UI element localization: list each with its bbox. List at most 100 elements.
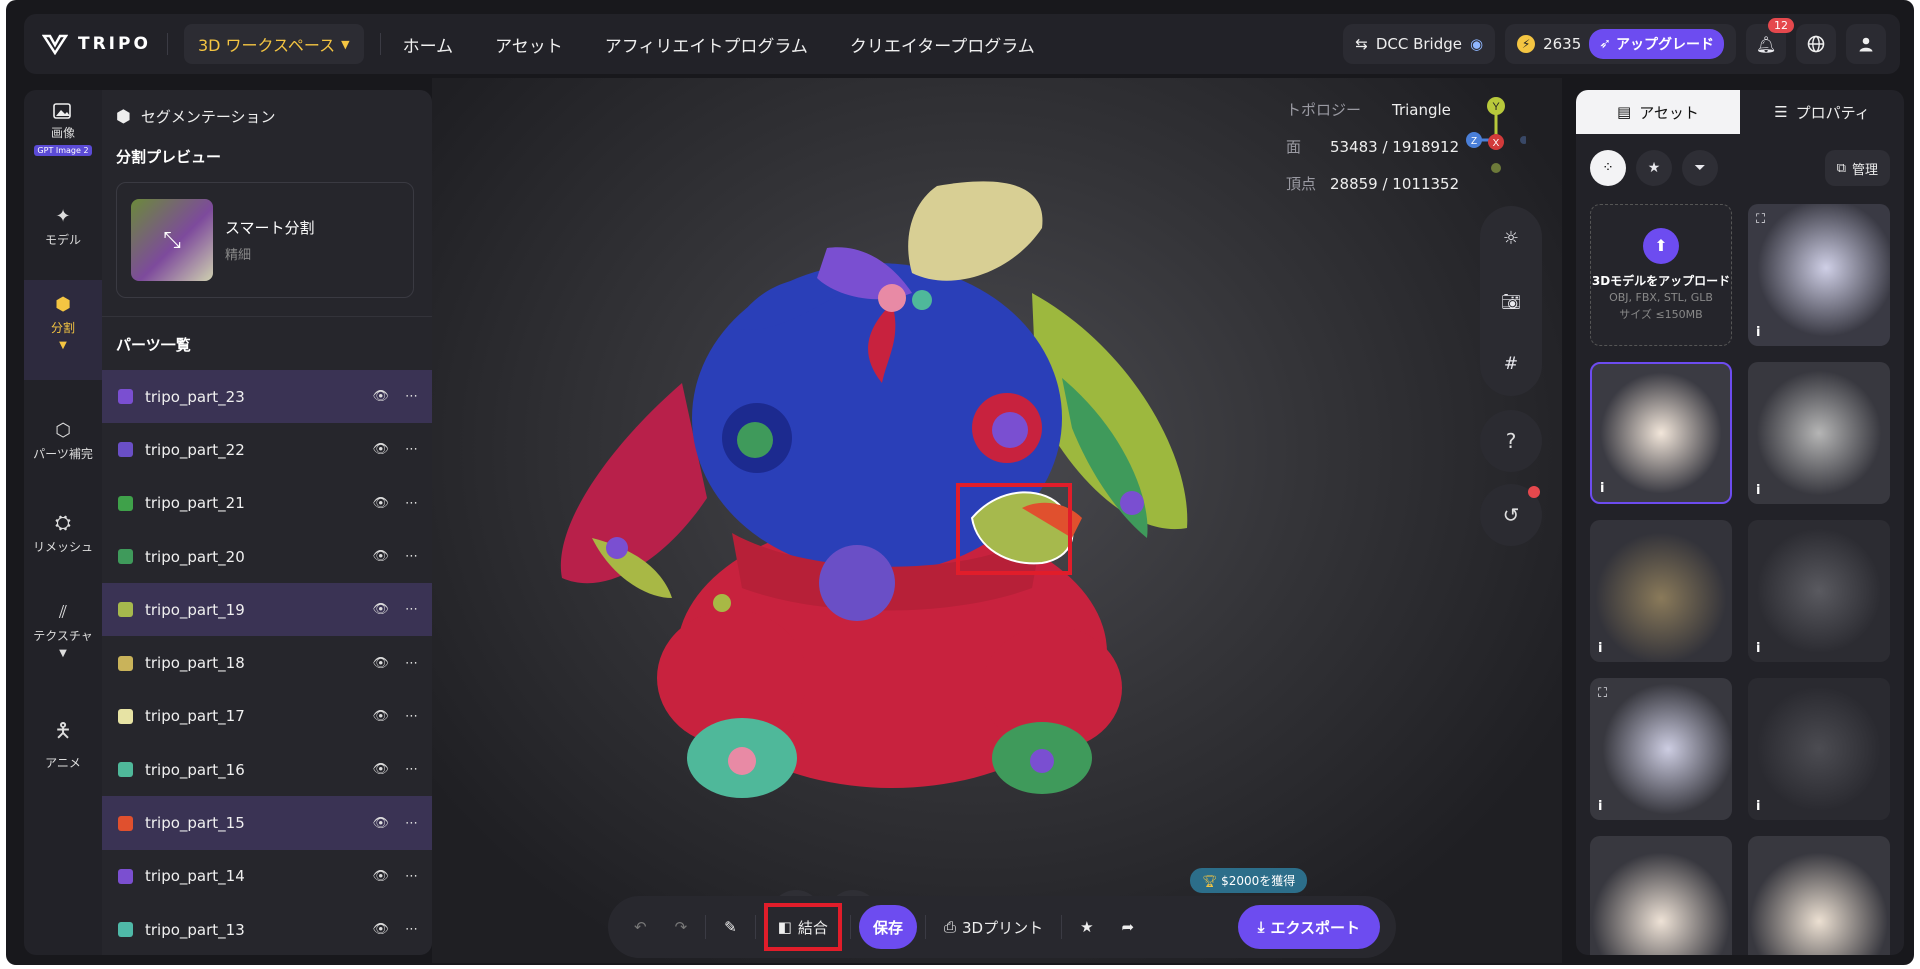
- info-icon[interactable]: i: [1756, 483, 1760, 498]
- notifications-button[interactable]: 🔔︎ 12: [1746, 18, 1794, 64]
- part-row[interactable]: tripo_part_16 👁︎ ⋯: [102, 743, 432, 796]
- more-icon[interactable]: ⋯: [405, 389, 418, 404]
- rail-image-label: 画像: [50, 126, 75, 140]
- eye-icon[interactable]: 👁︎: [372, 816, 389, 831]
- eye-icon[interactable]: 👁︎: [372, 869, 389, 884]
- asset-card[interactable]: i: [1748, 362, 1890, 504]
- part-row[interactable]: tripo_part_18 👁︎ ⋯: [102, 636, 432, 689]
- manage-button[interactable]: ⧉ 管理: [1824, 150, 1890, 186]
- more-icon[interactable]: ⋯: [405, 549, 418, 564]
- info-icon[interactable]: i: [1598, 641, 1602, 656]
- grid-icon[interactable]: #: [1504, 354, 1518, 374]
- asset-card-selected[interactable]: i: [1590, 362, 1732, 504]
- part-row[interactable]: tripo_part_20 👁︎ ⋯: [102, 530, 432, 583]
- filter-button[interactable]: ⏷: [1682, 150, 1718, 186]
- asset-card[interactable]: i: [1748, 836, 1890, 955]
- undo-icon[interactable]: ↶: [624, 905, 657, 949]
- workspace-dropdown[interactable]: 3D ワークスペース ▼: [183, 24, 364, 64]
- rail-texture[interactable]: ⫽ テクスチャ ▼: [24, 602, 102, 659]
- earn-tooltip[interactable]: 🏆︎ $2000を獲得: [1190, 868, 1308, 893]
- asset-card[interactable]: ⛶ i: [1748, 204, 1890, 346]
- eye-icon[interactable]: 👁︎: [372, 549, 389, 564]
- tab-assets[interactable]: ▤ アセット: [1576, 90, 1740, 134]
- more-icon[interactable]: ⋯: [405, 602, 418, 617]
- eye-icon[interactable]: 👁︎: [372, 389, 389, 404]
- help-button[interactable]: ?: [1480, 410, 1542, 472]
- brush-icon[interactable]: ✎: [714, 905, 747, 949]
- merge-button[interactable]: ◧ 結合: [763, 903, 842, 951]
- part-name: tripo_part_21: [145, 494, 245, 513]
- eye-icon[interactable]: 👁︎: [372, 602, 389, 617]
- nav-affiliate[interactable]: アフィリエイトプログラム: [605, 32, 808, 57]
- nav-assets[interactable]: アセット: [495, 32, 563, 57]
- asset-card[interactable]: i: [1590, 836, 1732, 955]
- eye-icon[interactable]: 👁︎: [372, 709, 389, 724]
- brand-logo[interactable]: TRIPO: [42, 33, 151, 55]
- star-icon[interactable]: ★: [1070, 905, 1103, 949]
- upgrade-button[interactable]: ➶ アップグレード: [1589, 29, 1724, 59]
- part-color-swatch: [118, 389, 133, 405]
- more-icon[interactable]: ⋯: [405, 709, 418, 724]
- save-button[interactable]: 保存: [858, 905, 917, 949]
- eye-icon[interactable]: 👁︎: [372, 922, 389, 937]
- rail-anime[interactable]: 🯅 アニメ: [24, 716, 102, 771]
- asset-card[interactable]: i: [1748, 678, 1890, 820]
- info-icon[interactable]: i: [1600, 481, 1604, 496]
- split-thumbnail: ⤡: [131, 199, 213, 281]
- info-icon[interactable]: i: [1598, 799, 1602, 814]
- download-icon: ⤓: [1257, 918, 1265, 936]
- asset-card[interactable]: i: [1590, 520, 1732, 662]
- more-icon[interactable]: ⋯: [405, 496, 418, 511]
- credits-pill[interactable]: ⚡ 2635 ➶ アップグレード: [1505, 24, 1736, 64]
- upload-title: 3Dモデルをアップロード: [1591, 273, 1731, 288]
- part-row[interactable]: tripo_part_23 👁︎ ⋯: [102, 370, 432, 424]
- asset-card[interactable]: ⛶ i: [1590, 678, 1732, 820]
- part-row[interactable]: tripo_part_19 👁︎ ⋯: [102, 583, 432, 637]
- lighting-icon[interactable]: ☼: [1503, 228, 1519, 249]
- more-icon[interactable]: ⋯: [405, 869, 418, 884]
- more-icon[interactable]: ⋯: [405, 816, 418, 831]
- smart-split-card[interactable]: ⤡ スマート分割 精細: [116, 182, 414, 298]
- language-button[interactable]: [1796, 24, 1836, 64]
- rail-image[interactable]: 画像 GPT Image 2: [24, 102, 102, 156]
- more-icon[interactable]: ⋯: [405, 922, 418, 937]
- verts-label: 頂点: [1286, 175, 1317, 193]
- dcc-bridge-button[interactable]: ⇆ DCC Bridge ◉: [1343, 24, 1496, 64]
- eye-icon[interactable]: 👁︎: [372, 442, 389, 457]
- part-row[interactable]: tripo_part_22 👁︎ ⋯: [102, 423, 432, 476]
- info-icon[interactable]: i: [1756, 325, 1760, 340]
- export-button[interactable]: ⤓ エクスポート: [1237, 905, 1380, 949]
- part-row[interactable]: tripo_part_21 👁︎ ⋯: [102, 477, 432, 530]
- grid-view-button[interactable]: ⁘: [1590, 150, 1626, 186]
- axis-gizmo[interactable]: Y Z X: [1466, 96, 1526, 176]
- info-icon[interactable]: i: [1756, 641, 1760, 656]
- nav-creator[interactable]: クリエイタープログラム: [850, 32, 1035, 57]
- panel-header-title: セグメンテーション: [140, 108, 276, 126]
- rail-remesh[interactable]: ⛭ リメッシュ: [24, 510, 102, 555]
- info-icon[interactable]: i: [1756, 799, 1760, 814]
- 3d-viewport[interactable]: ⬢ 🏆︎ $2000を獲得 ↶ ↷ ✎ ◧ 結合 保存 ⎙ 3Dプリント ★: [432, 78, 1562, 963]
- rail-split[interactable]: ⬢ 分割 ▼: [24, 280, 102, 380]
- more-icon[interactable]: ⋯: [405, 656, 418, 671]
- account-button[interactable]: [1846, 24, 1886, 64]
- rail-model[interactable]: ✦ モデル: [24, 206, 102, 248]
- eye-icon[interactable]: 👁︎: [372, 656, 389, 671]
- favorites-button[interactable]: ★: [1636, 150, 1672, 186]
- part-row[interactable]: tripo_part_14 👁︎ ⋯: [102, 850, 432, 903]
- camera-icon[interactable]: 📷︎: [1501, 292, 1521, 311]
- tab-properties[interactable]: ☰ プロパティ: [1740, 90, 1904, 134]
- part-row[interactable]: tripo_part_15 👁︎ ⋯: [102, 796, 432, 850]
- asset-card[interactable]: i: [1748, 520, 1890, 662]
- upload-card[interactable]: ⬆ 3Dモデルをアップロード OBJ, FBX, STL, GLB サイズ ≤1…: [1590, 204, 1732, 346]
- share-icon[interactable]: ➦: [1112, 905, 1145, 949]
- part-row[interactable]: tripo_part_13 👁︎ ⋯: [102, 903, 432, 955]
- more-icon[interactable]: ⋯: [405, 442, 418, 457]
- eye-icon[interactable]: 👁︎: [372, 496, 389, 511]
- part-row[interactable]: tripo_part_17 👁︎ ⋯: [102, 690, 432, 743]
- rail-parts-complete[interactable]: ⬡ パーツ補完: [24, 420, 102, 462]
- more-icon[interactable]: ⋯: [405, 762, 418, 777]
- eye-icon[interactable]: 👁︎: [372, 762, 389, 777]
- 3d-print-button[interactable]: ⎙ 3Dプリント: [934, 905, 1053, 949]
- redo-icon[interactable]: ↷: [665, 905, 698, 949]
- nav-home[interactable]: ホーム: [403, 32, 454, 57]
